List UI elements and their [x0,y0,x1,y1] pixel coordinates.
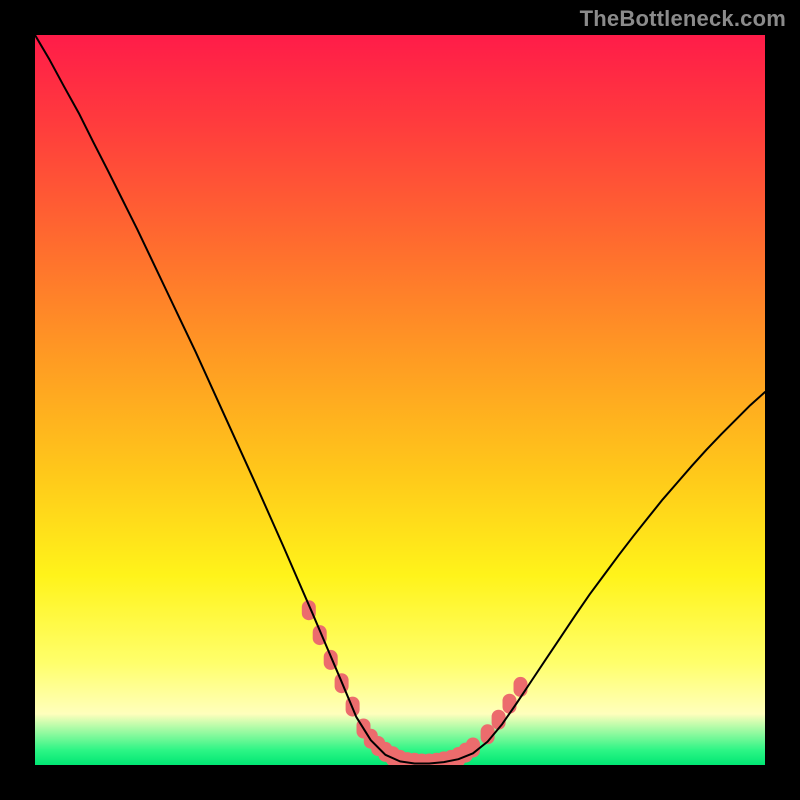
overlay-dot [503,694,517,714]
chart-frame: TheBottleneck.com [0,0,800,800]
bottleneck-curve [35,35,765,764]
chart-svg [35,35,765,765]
overlay-dots [302,600,528,765]
overlay-dot [492,710,506,730]
plot-area [35,35,765,765]
watermark-text: TheBottleneck.com [0,6,800,32]
overlay-dot [514,677,528,697]
